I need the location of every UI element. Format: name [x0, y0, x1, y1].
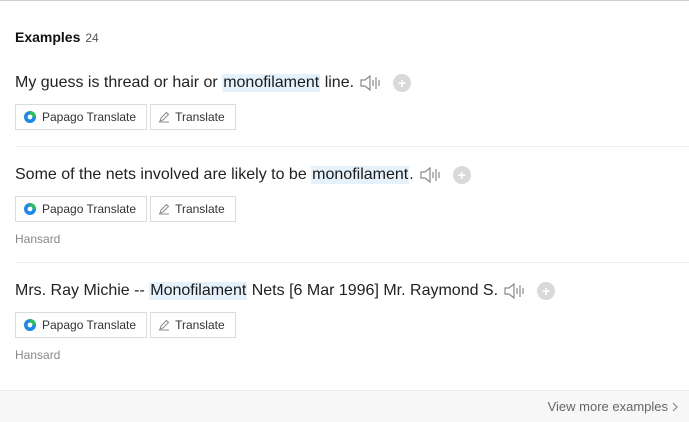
papago-translate-button[interactable]: Papago Translate [15, 104, 148, 130]
example-source: Hansard [15, 348, 61, 362]
examples-title: Examples [15, 29, 81, 45]
examples-footer: View more examples [0, 390, 689, 422]
papago-logo-icon [23, 110, 37, 124]
add-icon[interactable]: + [452, 166, 471, 184]
highlighted-term: monofilament [222, 74, 321, 92]
sentence-text-after: . [409, 166, 414, 183]
pencil-icon [158, 319, 170, 331]
sentence-text-before: Mrs. Ray Michie -- [15, 282, 150, 299]
sentence-text-after: line. [320, 74, 355, 91]
view-more-examples-link[interactable]: View more examples [548, 399, 679, 414]
example-divider [15, 146, 689, 147]
translate-label: Translate [175, 318, 225, 332]
speaker-icon[interactable] [503, 281, 527, 301]
example-sentence: Some of the nets involved are likely to … [15, 163, 689, 187]
translate-button[interactable]: Translate [150, 196, 236, 222]
example-sentence: My guess is thread or hair or monofilame… [15, 71, 689, 95]
papago-translate-label: Papago Translate [42, 318, 137, 332]
example-item: Mrs. Ray Michie -- Monofilament Nets [6 … [15, 279, 689, 362]
translate-button[interactable]: Translate [150, 312, 236, 338]
highlighted-term: Monofilament [149, 282, 248, 300]
chevron-right-icon [671, 401, 679, 413]
top-divider [0, 0, 689, 1]
pencil-icon [158, 203, 170, 215]
sentence-text-before: Some of the nets involved are likely to … [15, 166, 312, 183]
pencil-icon [158, 111, 170, 123]
papago-translate-label: Papago Translate [42, 202, 137, 216]
example-sentence: Mrs. Ray Michie -- Monofilament Nets [6 … [15, 279, 689, 303]
speaker-icon[interactable] [419, 165, 443, 185]
examples-header: Examples 24 [15, 29, 99, 45]
view-more-label: View more examples [547, 399, 668, 414]
add-icon[interactable]: + [537, 282, 556, 300]
translate-label: Translate [175, 202, 225, 216]
add-icon[interactable]: + [393, 74, 412, 92]
papago-logo-icon [23, 318, 37, 332]
papago-translate-button[interactable]: Papago Translate [15, 196, 148, 222]
highlighted-term: monofilament [311, 166, 410, 184]
example-source: Hansard [15, 232, 61, 246]
sentence-text-after: Nets [6 Mar 1996] Mr. Raymond S. [247, 282, 499, 299]
examples-count: 24 [85, 31, 99, 45]
papago-translate-label: Papago Translate [42, 110, 137, 124]
speaker-icon[interactable] [359, 73, 383, 93]
example-item: My guess is thread or hair or monofilame… [15, 71, 689, 130]
example-divider [15, 262, 689, 263]
translate-button[interactable]: Translate [150, 104, 236, 130]
translate-label: Translate [175, 110, 225, 124]
papago-logo-icon [23, 202, 37, 216]
sentence-text-before: My guess is thread or hair or [15, 74, 223, 91]
papago-translate-button[interactable]: Papago Translate [15, 312, 148, 338]
example-item: Some of the nets involved are likely to … [15, 163, 689, 246]
